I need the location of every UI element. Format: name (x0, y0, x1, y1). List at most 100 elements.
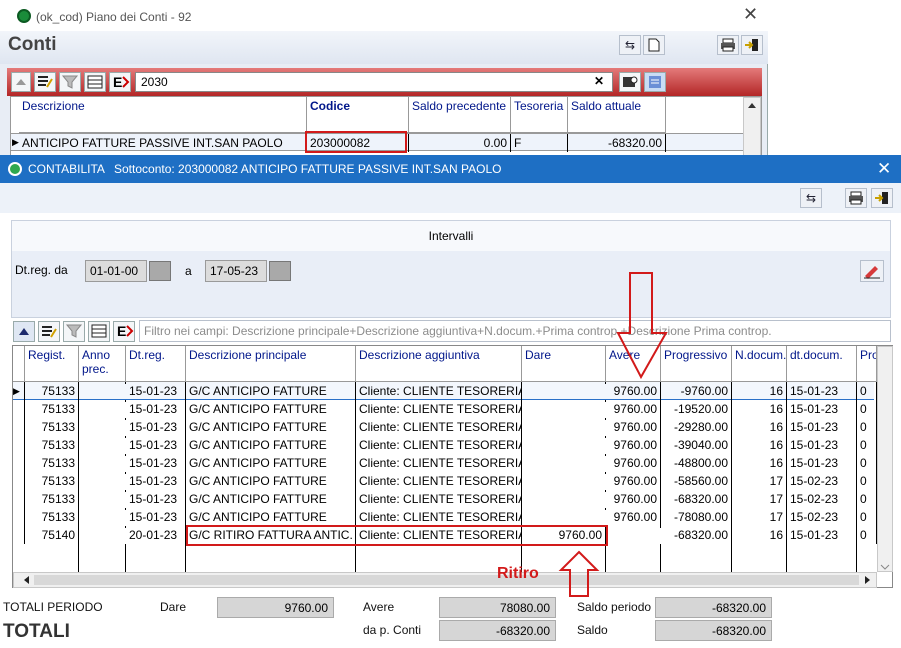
cell-dtdoc: 15-01-23 (787, 418, 857, 436)
col-progressivo[interactable]: Progressivo (661, 346, 732, 382)
cell-ndoc: 16 (732, 436, 787, 454)
cell-prog: -9760.00 (661, 382, 732, 400)
new-document-icon[interactable] (643, 35, 665, 55)
cell-dtreg: 15-01-23 (126, 400, 186, 418)
col-anno-prec[interactable]: Anno prec. (79, 346, 126, 382)
export-excel-icon[interactable]: E (113, 321, 135, 342)
table-row[interactable]: ▶ 75133 15-01-23 G/C ANTICIPO FATTURE Client… (13, 382, 877, 400)
cell-saldo-precedente: 0.00 (409, 134, 511, 152)
close-icon[interactable]: ✕ (877, 159, 891, 179)
da-p-conti-total: -68320.00 (439, 620, 556, 641)
back-close-icon[interactable]: ✕ (743, 4, 758, 25)
cell-dtreg: 20-01-23 (126, 526, 186, 544)
date-to-field[interactable]: 17-05-23 (205, 260, 267, 282)
row-indicator[interactable] (13, 526, 25, 544)
cell-saldo-attuale: -68320.00 (568, 134, 666, 152)
col-regist[interactable]: Regist. (25, 346, 79, 382)
cell-regist: 75140 (25, 526, 79, 544)
table-row[interactable]: 75133 15-01-23 G/C ANTICIPO FATTURE Cliente… (13, 490, 877, 508)
calendar-icon[interactable] (149, 261, 171, 281)
table-row[interactable]: 75133 15-01-23 G/C ANTICIPO FATTURE Cliente… (13, 400, 877, 418)
date-from-field[interactable]: 01-01-00 (85, 260, 147, 282)
cell-regist: 75133 (25, 418, 79, 436)
cell-dare (522, 454, 606, 456)
row-indicator[interactable] (13, 508, 25, 526)
cell-dtreg: 15-01-23 (126, 472, 186, 490)
search-records-icon[interactable] (619, 72, 641, 92)
ritiro-annotation: Ritiro (497, 565, 539, 582)
cell-pro: 0 (857, 382, 877, 400)
col-ndocum[interactable]: N.docum. (732, 346, 787, 382)
table-row[interactable]: 75133 15-01-23 G/C ANTICIPO FATTURE Cliente… (13, 472, 877, 490)
row-indicator[interactable]: ▶ (13, 382, 25, 400)
filter-icon[interactable] (63, 321, 85, 342)
row-indicator[interactable] (13, 418, 25, 436)
row-indicator[interactable] (13, 472, 25, 490)
columns-icon[interactable] (84, 72, 106, 92)
print-icon[interactable] (717, 35, 739, 55)
view-list-icon[interactable] (644, 72, 666, 92)
vertical-scrollbar[interactable] (877, 346, 893, 572)
cell-ndoc: 16 (732, 454, 787, 472)
row-indicator[interactable] (13, 490, 25, 508)
cell-ndoc: 16 (732, 382, 787, 400)
col-descrizione[interactable]: Descrizione (19, 97, 307, 133)
table-row[interactable]: 75133 15-01-23 G/C ANTICIPO FATTURE Cliente… (13, 454, 877, 472)
cell-anno (79, 382, 126, 384)
col-pro[interactable]: Pro (857, 346, 877, 382)
filter-icon[interactable] (59, 72, 81, 92)
col-saldo-attuale[interactable]: Saldo attuale (568, 97, 666, 133)
cell-ndoc: 17 (732, 508, 787, 526)
cell-avere: 9760.00 (606, 436, 661, 454)
row-indicator[interactable] (13, 436, 25, 454)
col-tesoreria[interactable]: Tesoreria (511, 97, 568, 133)
export-excel-icon[interactable]: E (109, 72, 131, 92)
saldo-periodo-label: Saldo periodo (577, 600, 652, 614)
date-from-label: Dt.reg. da (15, 263, 68, 277)
avere-total: 78080.00 (439, 597, 556, 618)
col-descrizione-aggiuntiva[interactable]: Descrizione aggiuntiva (356, 346, 522, 382)
cell-dtreg: 15-01-23 (126, 418, 186, 436)
table-row[interactable]: 75133 15-01-23 G/C ANTICIPO FATTURE Cliente… (13, 436, 877, 454)
search-input[interactable]: 2030 ✕ (135, 72, 613, 92)
clear-dates-icon[interactable] (860, 260, 884, 282)
cell-dtdoc: 15-01-23 (787, 400, 857, 418)
refresh-icon[interactable]: ⇆ (619, 35, 641, 55)
filter-input[interactable]: Filtro nei campi: Descrizione principale… (139, 320, 891, 342)
exit-icon[interactable] (741, 35, 763, 55)
cell-avere: 9760.00 (606, 400, 661, 418)
cell-dtdoc: 15-01-23 (787, 382, 857, 400)
cell-avere (606, 526, 661, 528)
exit-icon[interactable] (871, 188, 893, 208)
col-descrizione-principale[interactable]: Descrizione principale (186, 346, 356, 382)
cell-dare (522, 382, 606, 384)
horizontal-scrollbar[interactable] (13, 572, 877, 588)
table-row[interactable]: 75133 15-01-23 G/C ANTICIPO FATTURE Cliente… (13, 508, 877, 526)
cell-agg: Cliente: CLIENTE TESORERIA (356, 508, 522, 526)
da-p-conti-label: da p. Conti (363, 623, 422, 637)
cell-descrizione: ANTICIPO FATTURE PASSIVE INT.SAN PAOLO (19, 134, 307, 152)
calendar-icon[interactable] (269, 261, 291, 281)
table-row[interactable]: 75133 15-01-23 G/C ANTICIPO FATTURE Cliente… (13, 418, 877, 436)
columns-icon[interactable] (88, 321, 110, 342)
row-indicator[interactable] (13, 454, 25, 472)
print-icon[interactable] (845, 188, 867, 208)
col-codice[interactable]: Codice (307, 97, 409, 133)
col-dtreg[interactable]: Dt.reg. (126, 346, 186, 382)
totali-periodo-label: TOTALI PERIODO (3, 600, 103, 614)
up-arrow-annotation (558, 550, 600, 597)
col-saldo-precedente[interactable]: Saldo precedente (409, 97, 511, 133)
sort-up-icon[interactable] (11, 72, 31, 92)
sort-up-icon[interactable] (13, 321, 35, 342)
refresh-icon[interactable]: ⇆ (800, 188, 822, 208)
edit-list-icon[interactable] (38, 321, 60, 342)
clear-search-icon[interactable]: ✕ (594, 74, 604, 88)
dare-total: 9760.00 (217, 597, 334, 618)
cell-avere: 9760.00 (606, 382, 661, 400)
col-dare[interactable]: Dare (522, 346, 606, 382)
back-scrollbar[interactable] (743, 97, 761, 157)
row-indicator[interactable] (13, 400, 25, 418)
edit-list-icon[interactable] (34, 72, 56, 92)
col-dtdocum[interactable]: dt.docum. (787, 346, 857, 382)
cell-regist: 75133 (25, 382, 79, 400)
